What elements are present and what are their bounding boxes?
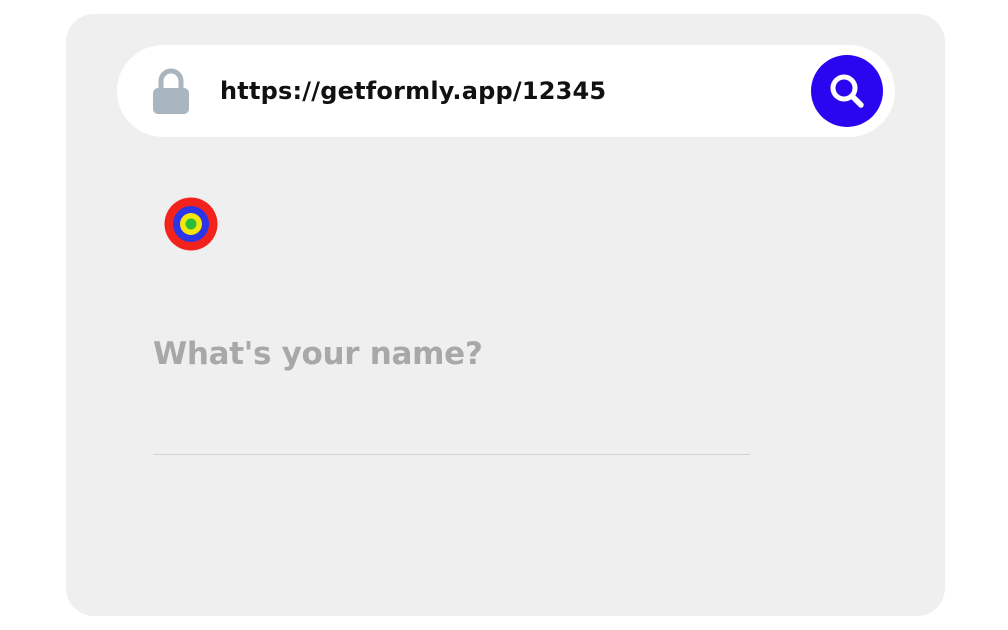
lock-icon xyxy=(151,68,191,116)
search-button[interactable] xyxy=(811,55,883,127)
search-icon xyxy=(830,74,864,108)
url-bar[interactable]: https://getformly.app/12345 xyxy=(117,45,895,137)
concentric-rings-logo-icon xyxy=(164,197,218,251)
question-label: What's your name? xyxy=(153,336,483,372)
url-text[interactable]: https://getformly.app/12345 xyxy=(220,75,606,107)
name-answer-input[interactable] xyxy=(153,404,750,455)
form-card: https://getformly.app/12345 What's your … xyxy=(66,14,945,616)
